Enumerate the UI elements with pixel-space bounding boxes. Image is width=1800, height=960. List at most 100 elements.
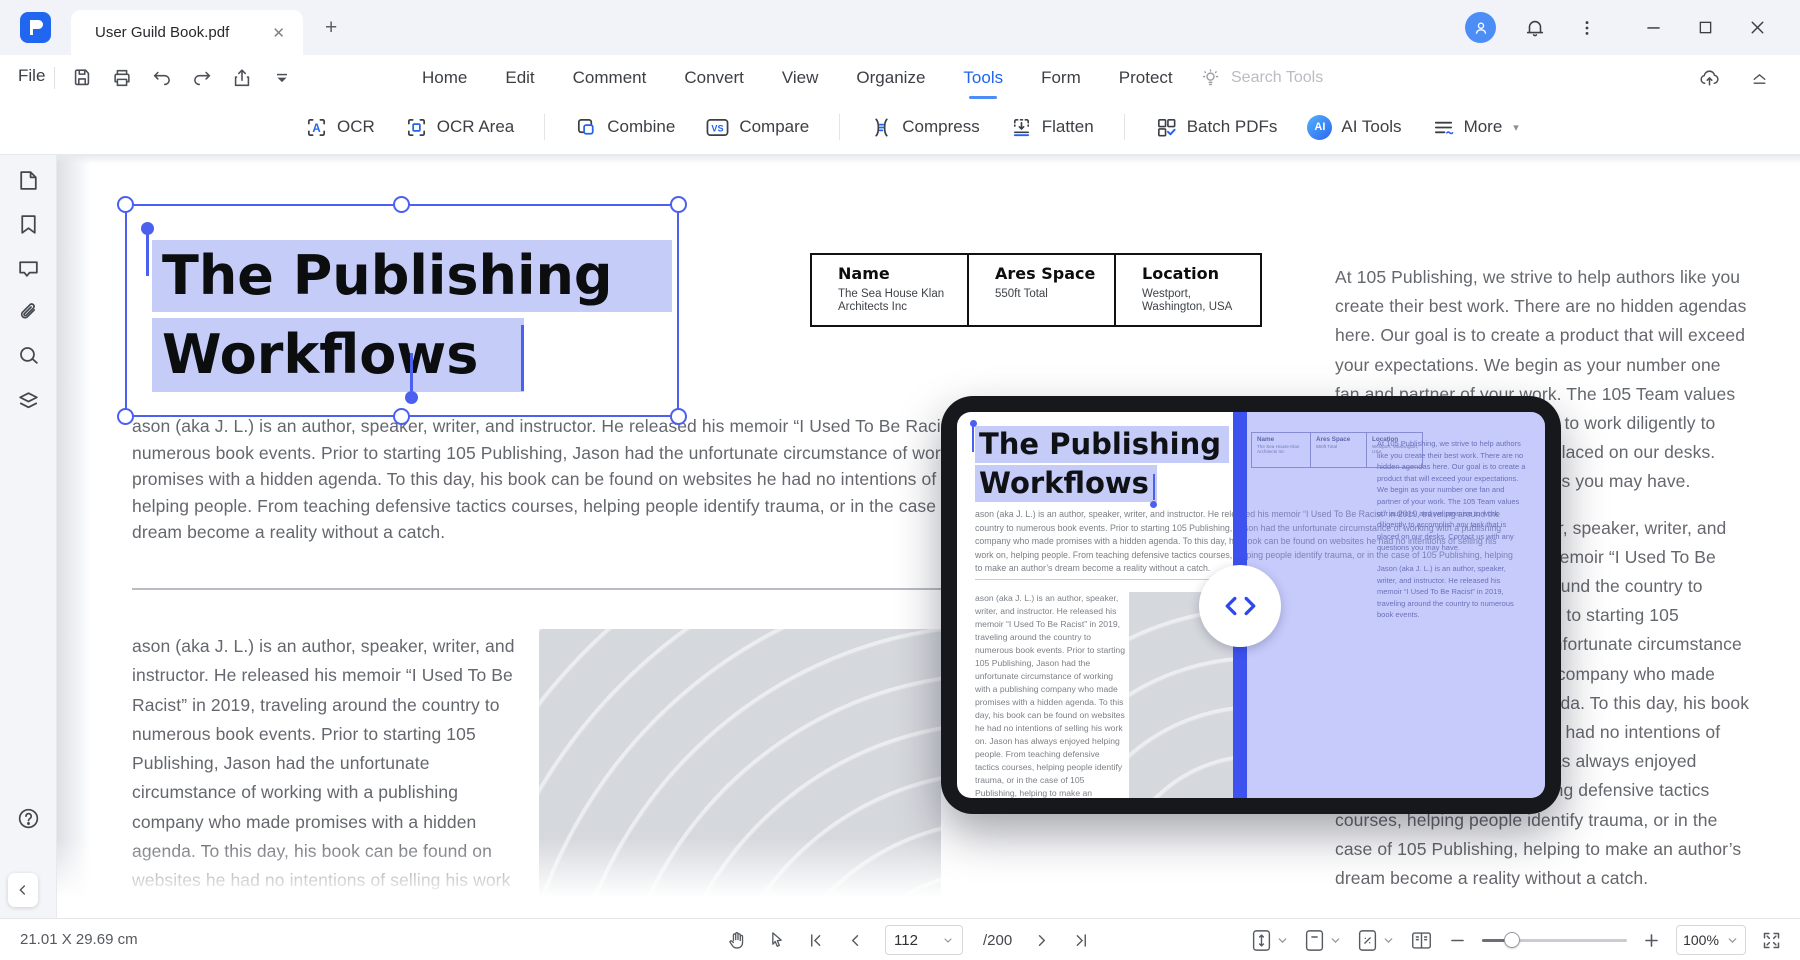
zoom-level-select[interactable]: 100% [1676, 925, 1746, 955]
mini-left-column: ason (aka J. L.) is an author, speaker, … [975, 593, 1125, 798]
selection-handle-nw[interactable] [117, 196, 134, 213]
document-tab[interactable]: User Guild Book.pdf ✕ [71, 10, 303, 55]
tool-more[interactable]: More ▾ [1432, 116, 1519, 139]
tab-close-icon[interactable]: ✕ [268, 22, 289, 44]
two-page-view-icon[interactable] [1410, 930, 1433, 951]
tool-ocr-area[interactable]: OCR Area [405, 116, 514, 139]
redo-icon[interactable] [189, 65, 215, 91]
document-canvas[interactable]: The Publishing Workflows Name The Sea Ho… [57, 155, 1800, 918]
tool-compress[interactable]: Compress [870, 116, 980, 139]
menu-item-view[interactable]: View [780, 64, 821, 92]
page-number-field[interactable] [894, 931, 936, 949]
doc-table: Name The Sea House Klan Architects Inc Ar… [810, 253, 1262, 327]
search-tools-input[interactable] [1231, 68, 1441, 87]
new-tab-button[interactable]: + [325, 16, 337, 40]
tab-title: User Guild Book.pdf [95, 24, 230, 41]
tool-combine[interactable]: Combine [575, 116, 675, 139]
text-caret [521, 325, 524, 391]
undo-icon[interactable] [149, 65, 175, 91]
comparison-preview: The Publishing Workflows ason (aka J. L.… [957, 412, 1545, 798]
last-page-icon[interactable] [1071, 931, 1090, 950]
page-total-label: /200 [983, 931, 1013, 949]
bookmarks-icon[interactable] [16, 212, 41, 237]
kebab-menu-icon[interactable] [1574, 15, 1600, 41]
selection-handle-se[interactable] [670, 408, 687, 425]
save-icon[interactable] [69, 65, 95, 91]
menu-row: File Home Edit Comment Convert View Orga… [0, 55, 1800, 100]
comparison-slider-handle[interactable] [1199, 565, 1281, 647]
zoom-mode-control[interactable] [1357, 928, 1395, 953]
mini-gripper [1150, 501, 1157, 508]
layers-icon[interactable] [16, 388, 41, 413]
sidebar-collapse-button[interactable] [8, 873, 38, 907]
hand-tool-icon[interactable] [726, 930, 747, 951]
menu-item-organize[interactable]: Organize [854, 64, 927, 92]
combine-icon [575, 116, 598, 139]
close-button[interactable] [1744, 15, 1770, 41]
divider [544, 114, 546, 140]
page-edge-shadow [57, 155, 91, 918]
share-icon[interactable] [229, 65, 255, 91]
notifications-bell-icon[interactable] [1522, 15, 1548, 41]
mini-gripper-stem [1153, 474, 1155, 500]
tool-flatten[interactable]: Flatten [1010, 116, 1094, 139]
comments-icon[interactable] [16, 256, 41, 281]
page-number-input[interactable] [885, 925, 963, 955]
selection-handle-sw[interactable] [117, 408, 134, 425]
compare-icon: VS [705, 116, 730, 139]
page-thumbnails-icon[interactable] [16, 168, 41, 193]
previous-page-icon[interactable] [846, 931, 865, 950]
selection-handle-ne[interactable] [670, 196, 687, 213]
selection-handle-n[interactable] [393, 196, 410, 213]
avatar[interactable] [1465, 12, 1496, 43]
selection-handle-s[interactable] [393, 408, 410, 425]
cloud-upload-icon[interactable] [1696, 65, 1722, 91]
first-page-icon[interactable] [807, 931, 826, 950]
fit-page-control[interactable] [1304, 928, 1342, 953]
menu-item-home[interactable]: Home [420, 64, 469, 92]
menu-item-tools[interactable]: Tools [961, 64, 1005, 92]
ocr-area-icon [405, 116, 428, 139]
app-logo-icon[interactable] [20, 12, 51, 43]
search-icon[interactable] [16, 343, 41, 368]
tool-batch-pdfs[interactable]: Batch PDFs [1155, 116, 1277, 139]
toolbar-collapse-icon[interactable] [269, 65, 295, 91]
divider [839, 114, 841, 140]
menu-item-comment[interactable]: Comment [571, 64, 649, 92]
selection-start-stem [146, 234, 149, 276]
minimize-button[interactable] [1640, 15, 1666, 41]
menu-item-convert[interactable]: Convert [682, 64, 746, 92]
maximize-button[interactable] [1692, 15, 1718, 41]
divider [1123, 114, 1125, 140]
menu-item-edit[interactable]: Edit [503, 64, 536, 92]
tool-compare[interactable]: VS Compare [705, 116, 809, 139]
ocr-icon: A [305, 116, 328, 139]
zoom-slider[interactable] [1482, 932, 1627, 948]
next-page-icon[interactable] [1032, 931, 1051, 950]
fullscreen-icon[interactable] [1761, 930, 1782, 951]
svg-text:VS: VS [712, 123, 724, 133]
menu-item-protect[interactable]: Protect [1117, 64, 1175, 92]
selection-box[interactable] [117, 196, 687, 425]
help-icon[interactable] [16, 806, 41, 831]
text-line: promises with a hidden agenda. To this d… [132, 469, 992, 489]
select-tool-icon[interactable] [767, 930, 787, 950]
collapse-ribbon-icon[interactable] [1746, 65, 1772, 91]
menu-file[interactable]: File [18, 66, 45, 86]
mini-heading-line1: The Publishing [975, 426, 1229, 463]
print-icon[interactable] [109, 65, 135, 91]
fit-height-control[interactable] [1251, 928, 1289, 953]
tool-ai-tools[interactable]: AI AI Tools [1307, 114, 1402, 140]
attachments-icon[interactable] [16, 300, 41, 325]
selection-end-gripper[interactable] [405, 391, 418, 404]
divider [54, 66, 55, 89]
menu-item-form[interactable]: Form [1039, 64, 1083, 92]
zoom-out-icon[interactable] [1448, 931, 1467, 950]
tool-ocr[interactable]: A OCR [305, 116, 375, 139]
zoom-in-icon[interactable] [1642, 931, 1661, 950]
zoom-slider-thumb[interactable] [1504, 932, 1520, 948]
app-window: User Guild Book.pdf ✕ + File Home Edit C… [0, 0, 1800, 960]
mini-divider-rule [975, 579, 1227, 580]
page-dimensions-label: 21.01 X 29.69 cm [20, 931, 138, 948]
mini-heading-line2: Workflows [975, 465, 1157, 502]
